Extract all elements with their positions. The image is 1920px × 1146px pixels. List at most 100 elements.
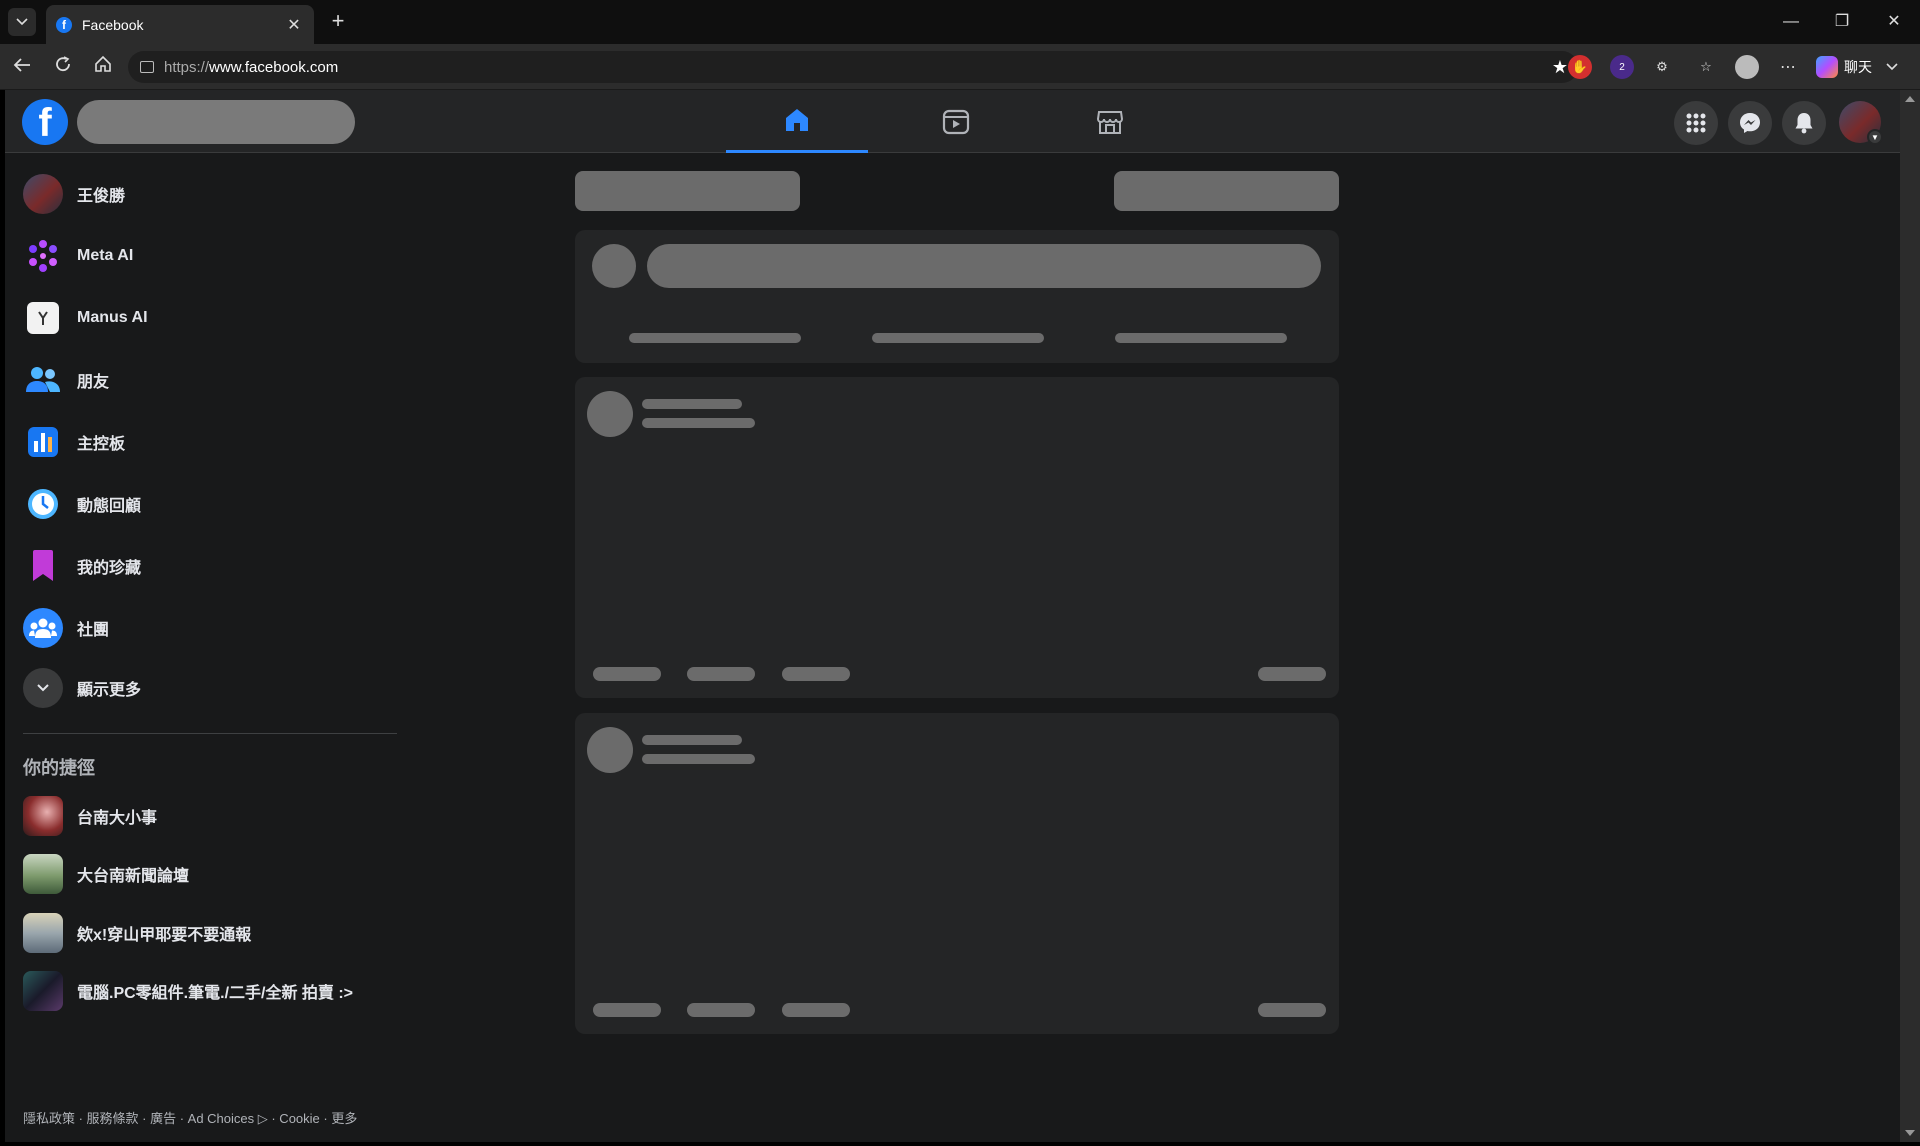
facebook-page: f ▼ 王俊勝 Meta AI Manus AI 朋友 主控板 動態回顧 我的珍…: [5, 90, 1900, 1142]
shortcut-thumbnail: [23, 913, 63, 953]
sidebar-footer-links[interactable]: 隱私政策 · 服務條款 · 廣告 · Ad Choices ▷ · Cookie…: [23, 1108, 357, 1127]
shortcut-thumbnail: [23, 971, 63, 1011]
chevron-down-icon: [23, 668, 63, 708]
post-skeleton-card: [575, 377, 1339, 698]
minimize-button[interactable]: —: [1776, 8, 1806, 36]
sidebar-item-label: Meta AI: [77, 247, 134, 264]
sidebar-item-label: 社團: [77, 622, 110, 639]
chevron-down-icon: [16, 18, 28, 26]
back-arrow-icon: [13, 58, 30, 72]
sidebar-divider: [23, 733, 397, 734]
extension-adblock-icon[interactable]: ✋: [1568, 55, 1592, 79]
chat-label: 聊天: [1844, 59, 1872, 75]
shortcut-label: 台南大小事: [77, 810, 158, 827]
shortcut-thumbnail: [23, 854, 63, 894]
sidebar-item-label: 顯示更多: [77, 682, 142, 699]
sidebar-item-dashboard[interactable]: 主控板: [13, 414, 397, 470]
account-avatar-button[interactable]: ▼: [1839, 101, 1883, 145]
sidebar-item-label: 主控板: [77, 436, 126, 453]
marketplace-icon: [1096, 110, 1124, 134]
copilot-icon: [1816, 56, 1838, 78]
skeleton-line: [642, 735, 742, 745]
tab-title: Facebook: [82, 16, 144, 33]
skeleton-line: [782, 667, 850, 681]
home-tab[interactable]: [726, 90, 868, 153]
url-text: https://www.facebook.com: [164, 58, 339, 76]
facebook-favicon-icon: f: [56, 16, 72, 33]
shortcut-item[interactable]: 欸x!穿山甲耶要不要通報: [13, 905, 397, 961]
sidebar-item-show-more[interactable]: 顯示更多: [13, 660, 397, 716]
sidebar-item-label: 王俊勝: [77, 188, 126, 205]
shortcuts-title: 你的捷徑: [23, 758, 95, 778]
shortcut-item[interactable]: 電腦.PC零組件.筆電./二手/全新 拍賣 :>: [13, 963, 397, 1019]
copilot-chat-button[interactable]: 聊天: [1816, 53, 1898, 81]
shortcut-item[interactable]: 台南大小事: [13, 788, 397, 844]
extensions-puzzle-icon[interactable]: ⚙: [1650, 55, 1674, 79]
browser-tabbar: f Facebook ✕ + — ❐ ✕: [0, 0, 1920, 44]
home-button[interactable]: [90, 54, 116, 80]
facebook-topnav: f ▼: [5, 90, 1900, 153]
notifications-button[interactable]: [1782, 101, 1826, 145]
post-skeleton-card: [575, 713, 1339, 1034]
groups-icon: [23, 608, 63, 648]
skeleton-avatar: [587, 391, 633, 437]
skeleton-avatar: [587, 727, 633, 773]
profile-avatar: [23, 174, 63, 214]
back-button[interactable]: [9, 54, 35, 80]
tab-close-icon[interactable]: ✕: [284, 15, 304, 35]
skeleton-line: [642, 754, 755, 764]
favorites-icon[interactable]: ☆: [1694, 55, 1718, 79]
restore-button[interactable]: ❐: [1827, 8, 1857, 36]
skeleton-line: [629, 333, 801, 343]
skeleton-line: [642, 418, 755, 428]
lock-icon: [140, 61, 154, 73]
home-outline-icon: [95, 55, 111, 72]
skeleton-line: [642, 399, 742, 409]
new-tab-button[interactable]: +: [326, 10, 350, 34]
skeleton-line: [1258, 1003, 1326, 1017]
shortcut-item[interactable]: 大台南新聞論壇: [13, 846, 397, 902]
sidebar-item-label: Manus AI: [77, 309, 148, 326]
tab-list-button[interactable]: [8, 8, 36, 36]
scroll-up-icon[interactable]: [1905, 96, 1915, 102]
skeleton-avatar: [592, 244, 636, 288]
sidebar-item-saved[interactable]: 我的珍藏: [13, 538, 397, 594]
browser-tab-facebook[interactable]: f Facebook ✕: [46, 5, 314, 44]
more-menu-icon[interactable]: ⋯: [1776, 55, 1800, 79]
menu-grid-button[interactable]: [1674, 101, 1718, 145]
chevron-down-icon: [1886, 63, 1898, 71]
address-bar[interactable]: https://www.facebook.com ★: [128, 51, 1578, 83]
shortcut-label: 電腦.PC零組件.筆電./二手/全新 拍賣 :>: [77, 985, 354, 1002]
shortcut-label: 欸x!穿山甲耶要不要通報: [77, 927, 252, 944]
facebook-logo[interactable]: f: [22, 99, 68, 145]
video-icon: [942, 109, 970, 134]
messenger-button[interactable]: [1728, 101, 1772, 145]
friends-icon: [23, 360, 63, 400]
browser-toolbar: https://www.facebook.com ★ ✋ 2 ⚙ ☆ ⋯ 聊天: [0, 44, 1920, 90]
extension-badge-icon[interactable]: 2: [1610, 55, 1634, 79]
sidebar-item-friends[interactable]: 朋友: [13, 352, 397, 408]
skeleton-input: [647, 244, 1321, 288]
manus-ai-icon: [27, 302, 59, 334]
composer-skeleton-card: [575, 230, 1339, 363]
video-tab[interactable]: [885, 90, 1027, 153]
page-scrollbar[interactable]: [1900, 90, 1920, 1142]
profile-icon[interactable]: [1735, 55, 1759, 79]
scroll-down-icon[interactable]: [1905, 1130, 1915, 1136]
sidebar-item-groups[interactable]: 社團: [13, 600, 397, 656]
meta-ai-icon: [23, 236, 63, 276]
reload-button[interactable]: [50, 54, 76, 80]
sidebar-item-profile[interactable]: 王俊勝: [13, 166, 397, 222]
home-icon: [786, 109, 808, 131]
skeleton-line: [687, 1003, 755, 1017]
window-close-button[interactable]: ✕: [1879, 8, 1909, 36]
chevron-down-icon: ▼: [1867, 129, 1883, 145]
sidebar-item-memories[interactable]: 動態回顧: [13, 476, 397, 532]
sidebar-item-manus-ai[interactable]: Manus AI: [13, 290, 397, 346]
sidebar-item-label: 朋友: [77, 374, 110, 391]
marketplace-tab[interactable]: [1039, 90, 1181, 153]
sidebar-item-meta-ai[interactable]: Meta AI: [13, 228, 397, 284]
shortcut-thumbnail: [23, 796, 63, 836]
favorite-star-icon[interactable]: ★: [1552, 57, 1568, 78]
search-placeholder[interactable]: [77, 100, 355, 144]
